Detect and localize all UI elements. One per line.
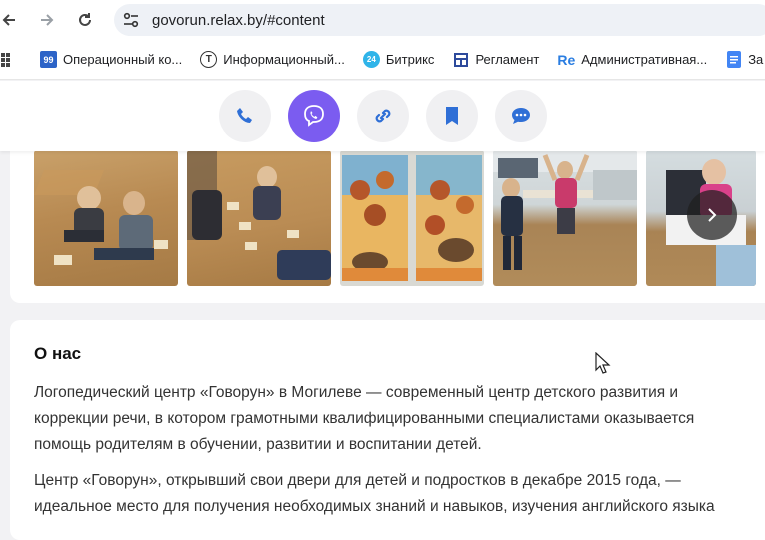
bookmark-label: Операционный ко... [63,52,183,67]
photo-gallery [10,140,765,303]
doc-icon [725,51,742,68]
bookmark-5[interactable]: За [725,46,763,74]
about-paragraph-1: Логопедический центр «Говорун» в Могилев… [34,384,695,453]
phone-button[interactable] [218,90,271,142]
bookmark-label: Регламент [475,52,540,67]
bookmark-label: Информационный... [223,52,345,67]
forward-button[interactable] [30,3,64,37]
phone-icon [236,108,252,123]
reload-button[interactable] [68,3,102,37]
bookmarks-bar: 99 Операционный ко... T Информационный..… [0,40,765,80]
bookmark-label: За [748,52,764,67]
back-button[interactable] [0,3,26,37]
gallery-photo[interactable] [34,150,178,286]
browser-toolbar: govorun.relax.by/#content [0,0,765,40]
99-icon: 99 [40,51,57,68]
about-title: О нас [34,344,82,363]
gallery-photo[interactable] [493,150,637,286]
grid-doc-icon [452,51,469,68]
mouse-cursor-icon [595,352,611,374]
bookmark-4[interactable]: Re Административная... [557,46,707,74]
chat-icon [511,108,530,124]
link-icon [375,109,390,123]
bookmark-0[interactable]: 99 Операционный ко... [40,46,182,74]
bookmark-3[interactable]: Регламент [452,46,539,74]
chevron-right-icon [708,208,717,222]
t-circle-icon: T [200,51,218,68]
about-paragraph-2: Центр «Говорун», открывший свои двери дл… [34,472,715,515]
arrow-right-icon [41,14,54,26]
site-settings-icon[interactable] [116,5,146,35]
chat-button[interactable] [494,90,547,142]
bookmark-icon [445,107,458,125]
viber-icon [303,105,324,127]
about-section: О нас Логопедический центр «Говорун» в М… [10,320,765,540]
bookmark-button[interactable] [425,90,478,142]
bookmark-label: Административная... [581,52,708,67]
bookmark-1[interactable]: T Информационный... [200,46,345,74]
address-bar[interactable]: govorun.relax.by/#content [114,4,765,36]
re-icon: Re [557,51,576,68]
url-text[interactable]: govorun.relax.by/#content [152,12,325,29]
apps-grid-icon[interactable] [0,52,10,67]
gallery-photo[interactable] [187,150,331,286]
bitrix24-icon: 24 [362,51,380,68]
arrow-left-icon [2,14,15,26]
bookmark-label: Битрикс [385,52,435,67]
viber-button[interactable] [287,90,340,142]
reload-icon [79,13,91,26]
contact-bar [0,81,765,151]
bookmark-2[interactable]: 24 Битрикс [362,46,435,74]
link-button[interactable] [356,90,409,142]
gallery-photo[interactable] [340,150,484,286]
gallery-next-button[interactable] [687,190,737,240]
